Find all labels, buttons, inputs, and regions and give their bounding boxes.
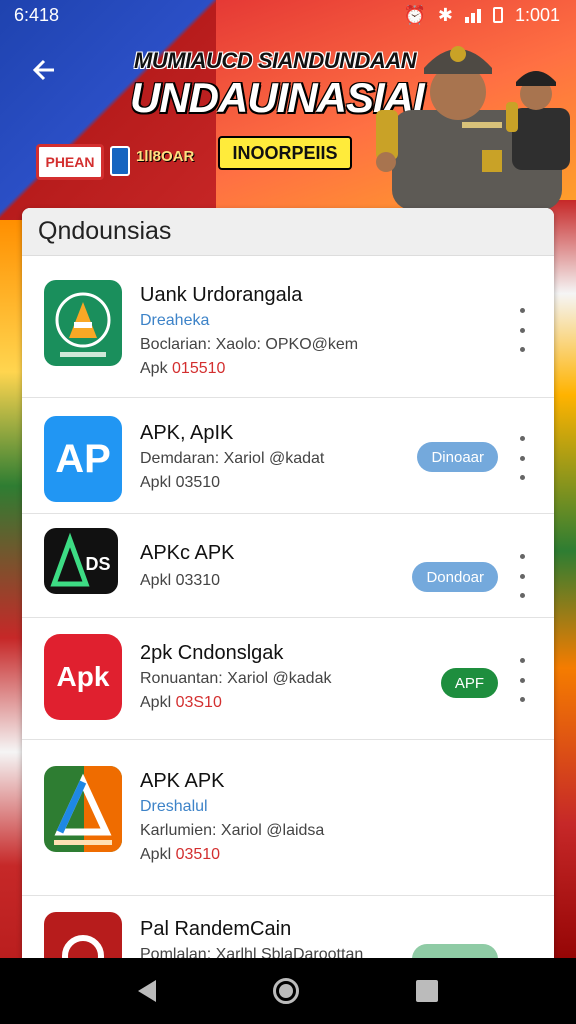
- svg-text:DS: DS: [85, 554, 110, 574]
- download-button[interactable]: Dondoar: [412, 562, 498, 592]
- app-list-card: Qndounsias Uank Urdorangala Dreaheka Boc…: [22, 208, 554, 958]
- app-developer: Karlumien: Xariol @laidsa: [140, 822, 325, 839]
- list-item[interactable]: Apk 2pk Cndonslgak Ronuantan: Xariol @ka…: [22, 618, 554, 740]
- nav-home-icon[interactable]: [272, 978, 299, 1004]
- ap-blue-icon: AP: [44, 416, 122, 502]
- banner-badge-red: PHEAN: [36, 144, 104, 180]
- app-size: Apkl 03S10: [140, 694, 222, 711]
- emblem-icon: [110, 146, 130, 176]
- app-developer: Pomlalan: Xarlhl SblaDaroottan: [140, 946, 364, 958]
- svg-text:AP: AP: [55, 437, 111, 481]
- nav-back-icon[interactable]: [138, 980, 157, 1002]
- list-item[interactable]: APK APK Dreshalul Karlumien: Xariol @lai…: [22, 740, 554, 896]
- navigation-bar: [0, 958, 576, 1024]
- app-name: Uank Urdorangala: [140, 284, 303, 306]
- list-item[interactable]: Pal RandemCain Pomlalan: Xarlhl SblaDaro…: [22, 896, 554, 958]
- officer2-illustration: [506, 71, 570, 170]
- more-options-icon[interactable]: [512, 658, 532, 702]
- status-bar: 6:418 ⏰ ✱ 1:001: [0, 0, 576, 30]
- banner-badge-yellow: INOORPEIIS: [218, 136, 352, 170]
- app-name: APK, ApIK: [140, 422, 234, 444]
- app-subtitle: Dreaheka: [140, 312, 210, 329]
- red-swirl-icon: [44, 912, 122, 958]
- arrow-left-icon[interactable]: [30, 56, 62, 88]
- app-size: Apkl 03510: [140, 846, 221, 863]
- header-banner: MUMIAUCD SIANDUNDAAN UNDAUINASIAI PHEAN …: [0, 30, 576, 210]
- app-name: APK APK: [140, 770, 225, 792]
- apf-button[interactable]: APF: [440, 668, 498, 698]
- app-size: Apkl 03310: [140, 572, 221, 589]
- status-time: 6:418: [14, 4, 60, 25]
- app-developer: Ronuantan: Xariol @kadak: [140, 670, 332, 687]
- more-options-icon[interactable]: [512, 554, 532, 598]
- bluetooth-icon: ✱: [437, 4, 453, 25]
- more-options-icon[interactable]: [512, 436, 532, 480]
- nav-recent-icon[interactable]: [415, 980, 438, 1002]
- app-name: 2pk Cndonslgak: [140, 642, 284, 664]
- card-title: Qndounsias: [22, 208, 554, 256]
- signal-icon: [464, 7, 481, 23]
- app-developer: Demdaran: Xariol @kadat: [140, 450, 325, 467]
- app-developer: Boclarian: Xaolo: OPKO@kem: [140, 336, 359, 353]
- alarm-icon: ⏰: [403, 4, 426, 25]
- ads-black-icon: DS: [44, 528, 118, 594]
- android-green-icon: [44, 280, 122, 366]
- battery-icon: [492, 7, 503, 23]
- app-subtitle: Dreshalul: [140, 798, 208, 815]
- triangle-orange-icon: [44, 766, 122, 852]
- app-name: Pal RandemCain: [140, 918, 292, 940]
- status-right-text: 1:001: [514, 4, 560, 25]
- app-name: APKc APK: [140, 542, 235, 564]
- list-item[interactable]: Uank Urdorangala Dreaheka Boclarian: Xao…: [22, 256, 554, 398]
- list-item[interactable]: AP APK, ApIK Demdaran: Xariol @kadat Apk…: [22, 398, 554, 514]
- banner-badge-text: 1ll8OAR: [136, 148, 195, 165]
- download-button[interactable]: [412, 944, 498, 958]
- apk-red-icon: Apk: [44, 634, 122, 720]
- more-options-icon[interactable]: [512, 308, 532, 352]
- svg-text:Apk: Apk: [57, 661, 110, 692]
- app-size: Apk 015510: [140, 360, 226, 377]
- list-item[interactable]: DS APKc APK Apkl 03310 Dondoar: [22, 514, 554, 618]
- app-size: Apkl 03510: [140, 474, 221, 491]
- download-button[interactable]: Dinoaar: [417, 442, 498, 472]
